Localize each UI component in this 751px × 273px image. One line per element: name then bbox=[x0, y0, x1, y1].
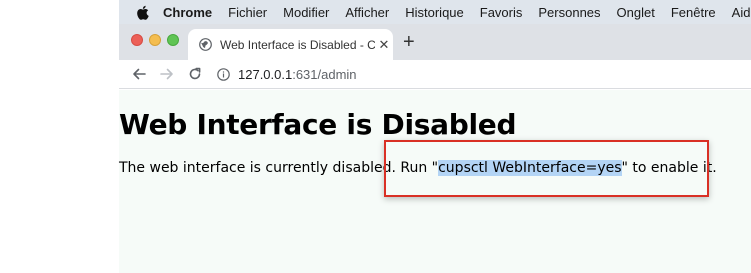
apple-icon[interactable] bbox=[136, 4, 149, 20]
menu-afficher[interactable]: Afficher bbox=[345, 5, 389, 20]
window-minimize-button[interactable] bbox=[149, 34, 161, 46]
page-heading: Web Interface is Disabled bbox=[119, 108, 517, 141]
reload-icon[interactable] bbox=[184, 63, 206, 85]
left-margin bbox=[0, 0, 119, 273]
macos-menubar: Chrome Fichier Modifier Afficher Histori… bbox=[119, 0, 751, 24]
tab-title: Web Interface is Disabled - CUPS bbox=[220, 37, 375, 52]
window-close-button[interactable] bbox=[131, 34, 143, 46]
menu-personnes[interactable]: Personnes bbox=[538, 5, 600, 20]
menu-modifier[interactable]: Modifier bbox=[283, 5, 329, 20]
tab-close-icon[interactable]: ✕ bbox=[377, 37, 391, 53]
globe-icon bbox=[198, 38, 212, 52]
new-tab-button[interactable]: + bbox=[403, 32, 415, 52]
window-zoom-button[interactable] bbox=[167, 34, 179, 46]
url-host: 127.0.0.1 bbox=[238, 66, 293, 82]
menu-aide[interactable]: Aide bbox=[732, 5, 751, 20]
menu-fenetre[interactable]: Fenêtre bbox=[671, 5, 716, 20]
info-icon[interactable] bbox=[216, 67, 230, 81]
address-bar[interactable]: 127.0.0.1:631/admin bbox=[216, 67, 357, 82]
url-path: :631/admin bbox=[292, 66, 357, 82]
back-arrow-icon[interactable] bbox=[128, 63, 150, 85]
browser-tab[interactable]: Web Interface is Disabled - CUPS ✕ bbox=[188, 29, 393, 60]
browser-toolbar: 127.0.0.1:631/admin bbox=[119, 60, 751, 89]
menu-onglet[interactable]: Onglet bbox=[617, 5, 655, 20]
menu-historique[interactable]: Historique bbox=[405, 5, 464, 20]
menu-favoris[interactable]: Favoris bbox=[480, 5, 523, 20]
annotation-box bbox=[384, 140, 709, 197]
tab-strip: Web Interface is Disabled - CUPS ✕ + bbox=[119, 24, 751, 60]
menu-app-chrome[interactable]: Chrome bbox=[163, 5, 212, 20]
menu-fichier[interactable]: Fichier bbox=[228, 5, 267, 20]
forward-arrow-icon[interactable] bbox=[156, 63, 178, 85]
